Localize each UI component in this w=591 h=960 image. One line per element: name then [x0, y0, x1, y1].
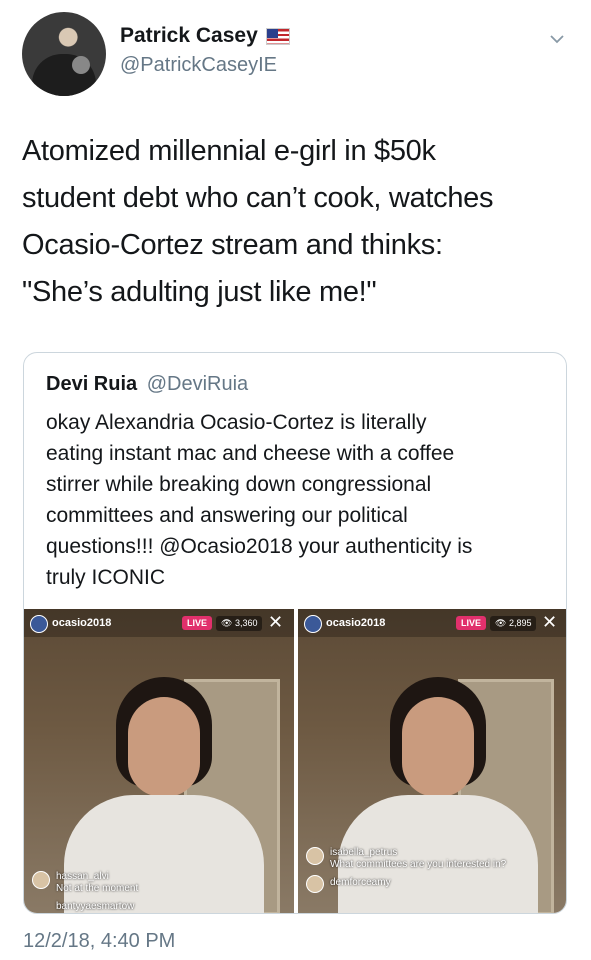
close-icon: ✕ — [542, 612, 558, 632]
comment-avatar — [306, 875, 324, 893]
close-icon: ✕ — [268, 612, 284, 632]
quoted-text-line: committees and answering our political — [46, 504, 408, 527]
viewer-count: 👁 2,895 — [490, 616, 537, 631]
quoted-tweet-card[interactable]: Devi Ruia @DeviRuia okay Alexandria Ocas… — [23, 352, 567, 914]
tweet-text-line: student debt who can’t cook, watches — [22, 182, 494, 214]
quoted-author-handle: @DeviRuia — [146, 373, 249, 395]
tweet-text-line: Ocasio-Cortez stream and thinks: — [22, 229, 443, 261]
person-shirt — [64, 795, 264, 913]
live-username: ocasio2018 — [52, 617, 112, 629]
author-name-row: Patrick Casey — [120, 24, 290, 48]
comment-avatar — [306, 847, 324, 865]
live-badge: LIVE — [456, 616, 487, 630]
quoted-text-line: eating instant mac and cheese with a cof… — [46, 442, 455, 465]
quoted-media: ocasio2018 LIVE 👁 3,360 ✕ hassan_alvi No… — [24, 609, 566, 913]
viewer-count-value: 3,360 — [234, 618, 258, 628]
tweet-timestamp[interactable]: 12/2/18, 4:40 PM — [23, 930, 175, 953]
person-face — [402, 697, 474, 797]
tweet-header: Patrick Casey @PatrickCaseyIE — [22, 12, 572, 96]
quoted-author-name: Devi Ruia — [46, 373, 138, 395]
tweet-text-line: Atomized millennial e-girl in $50k — [22, 135, 436, 167]
us-flag-icon — [265, 27, 290, 45]
quoted-author-row: Devi Ruia @DeviRuia — [46, 373, 248, 396]
author-handle[interactable]: @PatrickCaseyIE — [120, 54, 277, 77]
tweet-text: Atomized millennial e-girl in $50k stude… — [22, 128, 572, 316]
viewer-count: 👁 3,360 — [216, 616, 263, 631]
live-badge: LIVE — [182, 616, 213, 630]
comment-text: What committees are you interested in? — [330, 859, 507, 870]
live-user-avatar — [30, 615, 48, 633]
comment-username: demforceamy — [330, 877, 391, 888]
quoted-text-line: okay Alexandria Ocasio-Cortez is literal… — [46, 411, 427, 434]
comment-text: Not at the moment — [56, 883, 139, 894]
author-display-name[interactable]: Patrick Casey — [120, 24, 258, 48]
viewer-count-value: 2,895 — [508, 618, 532, 628]
comment-username: bantyyaesmartow — [56, 901, 135, 912]
live-username: ocasio2018 — [326, 617, 386, 629]
chevron-down-icon[interactable] — [548, 30, 566, 48]
media-frame-left[interactable]: ocasio2018 LIVE 👁 3,360 ✕ hassan_alvi No… — [24, 609, 294, 913]
person-face — [128, 697, 200, 797]
live-user-avatar — [304, 615, 322, 633]
flag-canton — [266, 28, 278, 38]
comment-username: hassan_alvi — [56, 871, 109, 882]
avatar-microphone — [72, 56, 90, 74]
quoted-text-line: questions!!! @Ocasio2018 your authentici… — [46, 535, 473, 558]
tweet-text-line: "She’s adulting just like me!" — [22, 276, 377, 308]
media-frame-right[interactable]: ocasio2018 LIVE 👁 2,895 ✕ isabella_petru… — [298, 609, 566, 913]
quoted-text-line: stirrer while breaking down congressiona… — [46, 473, 432, 496]
quoted-text-line: truly ICONIC — [46, 566, 166, 589]
comment-username: isabella_petrus — [330, 847, 398, 858]
quoted-tweet-text: okay Alexandria Ocasio-Cortez is literal… — [46, 407, 546, 593]
comment-avatar — [32, 871, 50, 889]
author-avatar[interactable] — [22, 12, 106, 96]
